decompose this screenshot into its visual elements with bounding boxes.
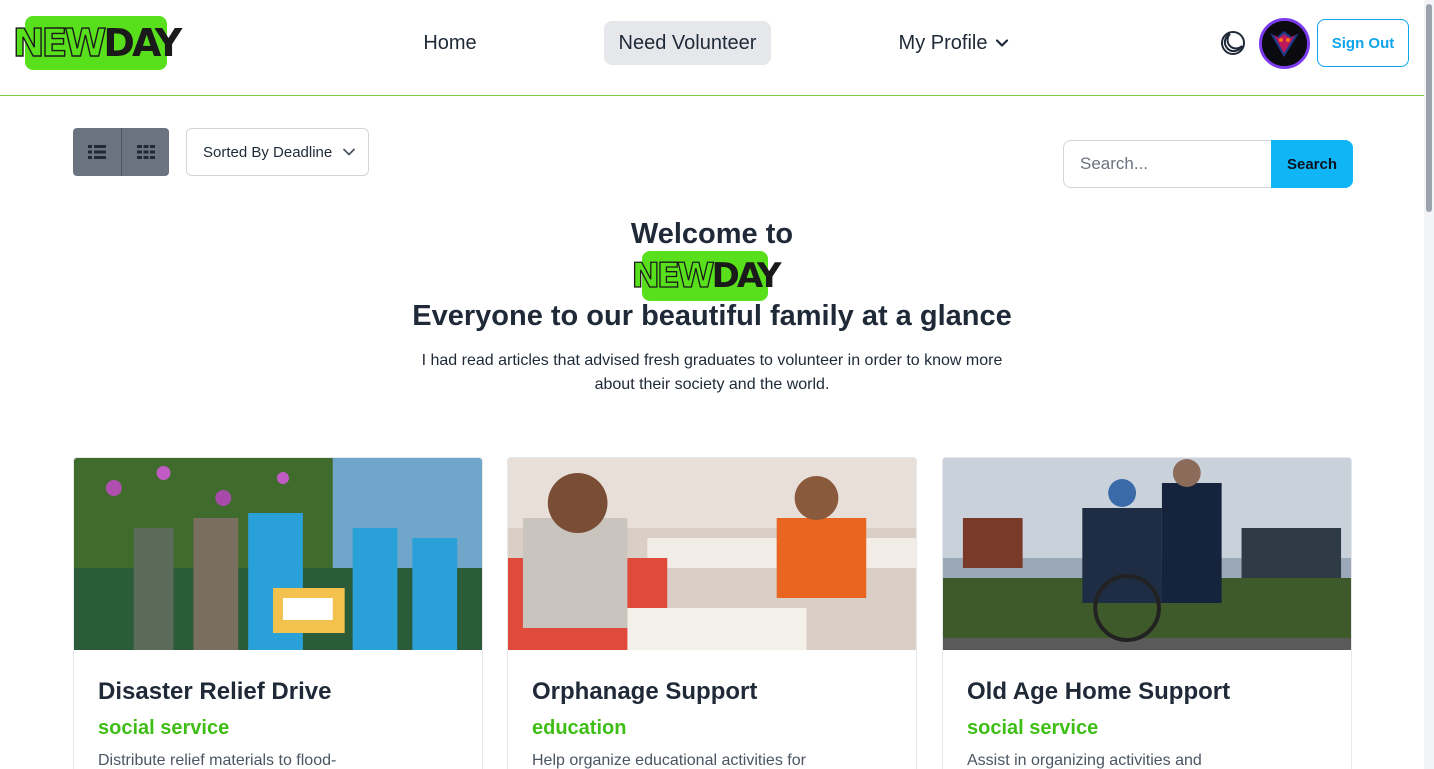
logo-text-day: DAY bbox=[103, 21, 182, 65]
card-title: Orphanage Support bbox=[532, 678, 758, 705]
list-icon bbox=[88, 145, 106, 159]
hero-description: I had read articles that advised fresh g… bbox=[421, 352, 1003, 393]
nav-my-profile-dropdown[interactable]: My Profile bbox=[889, 21, 1019, 65]
chevron-down-icon bbox=[996, 39, 1009, 47]
list-view-button[interactable] bbox=[73, 128, 121, 176]
volunteer-post-card[interactable]: Disaster Relief Drive social service Dis… bbox=[73, 457, 483, 769]
grid-icon bbox=[136, 145, 155, 159]
page-scrollbar[interactable] bbox=[1424, 0, 1434, 769]
hero-logo-text-day: DAY bbox=[711, 256, 782, 296]
card-description: Help organize educational activities for bbox=[532, 752, 806, 769]
card-title: Disaster Relief Drive bbox=[98, 678, 332, 705]
card-image-volunteers-donation bbox=[74, 458, 482, 650]
volunteer-post-card[interactable]: Old Age Home Support social service Assi… bbox=[942, 457, 1352, 769]
card-category: education bbox=[532, 717, 627, 739]
chevron-down-icon bbox=[343, 148, 355, 156]
nav-home-link[interactable]: Home bbox=[414, 21, 486, 65]
theme-toggle-button[interactable] bbox=[1218, 28, 1248, 58]
nav-my-profile-label: My Profile bbox=[898, 31, 988, 54]
card-description: Assist in organizing activities and bbox=[967, 752, 1202, 769]
hero-title: Everyone to our beautiful family at a gl… bbox=[412, 300, 1012, 332]
moon-icon bbox=[1221, 31, 1245, 55]
avatar-image bbox=[1262, 21, 1307, 66]
search-input[interactable] bbox=[1063, 140, 1273, 188]
grid-view-button[interactable] bbox=[121, 128, 169, 176]
view-toggle-group bbox=[73, 128, 169, 176]
brand-logo[interactable]: NEW DAY bbox=[12, 16, 182, 70]
card-image-elderly-wheelchair bbox=[943, 458, 1351, 650]
sign-out-button[interactable]: Sign Out bbox=[1317, 19, 1409, 67]
sort-dropdown-label: Sorted By Deadline bbox=[203, 143, 333, 161]
logo-text-new: NEW bbox=[12, 21, 107, 65]
card-description: Distribute relief materials to flood- bbox=[98, 752, 337, 769]
hero-logo-text-new: NEW bbox=[631, 255, 715, 296]
hero-welcome-heading: Welcome to bbox=[630, 218, 794, 250]
user-avatar[interactable] bbox=[1259, 18, 1310, 69]
card-title: Old Age Home Support bbox=[967, 678, 1231, 705]
navbar: NEW DAY Home Need Volunteer My Profile Si… bbox=[0, 0, 1424, 96]
volunteer-post-card[interactable]: Orphanage Support education Help organiz… bbox=[507, 457, 917, 769]
hero-brand-logo: NEW DAY bbox=[631, 251, 782, 301]
scrollbar-thumb[interactable] bbox=[1426, 4, 1432, 212]
card-image-classroom bbox=[508, 458, 916, 650]
card-category: social service bbox=[967, 717, 1099, 739]
card-category: social service bbox=[98, 717, 230, 739]
search-button[interactable]: Search bbox=[1271, 140, 1353, 188]
nav-need-volunteer-link[interactable]: Need Volunteer bbox=[604, 21, 771, 65]
sort-dropdown[interactable]: Sorted By Deadline bbox=[186, 128, 369, 176]
